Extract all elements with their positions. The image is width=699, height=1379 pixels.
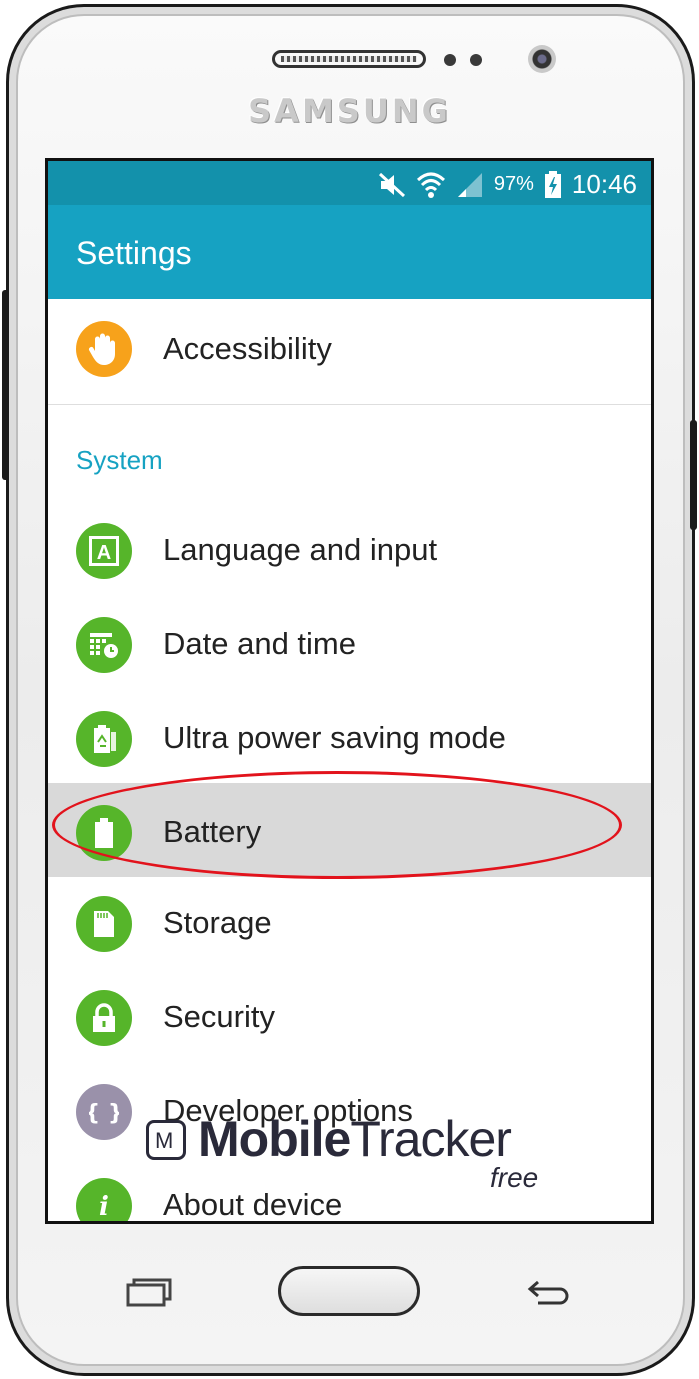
watermark-tag: free — [490, 1162, 539, 1193]
svg-text:A: A — [97, 542, 111, 564]
power-saving-icon — [76, 711, 132, 767]
braces-icon: { } — [76, 1084, 132, 1140]
svg-text:{ }: { } — [89, 1101, 119, 1126]
watermark-logo-icon: M — [146, 1120, 186, 1160]
watermark-name: MobileTracker — [198, 1111, 512, 1167]
back-button[interactable] — [524, 1276, 572, 1310]
settings-item-language[interactable]: A Language and input — [48, 504, 651, 598]
info-icon: i — [76, 1178, 132, 1221]
power-button[interactable] — [690, 420, 697, 530]
status-clock: 10:46 — [571, 169, 637, 199]
screen: 97% 10:46 Settings Accessibility System … — [45, 158, 654, 1224]
sd-card-icon — [76, 896, 132, 952]
hand-icon — [76, 321, 132, 377]
settings-item-label: Date and time — [163, 626, 356, 661]
settings-item-label: Ultra power saving mode — [163, 720, 506, 755]
app-bar: Settings — [48, 205, 651, 299]
earpiece-speaker — [272, 50, 426, 68]
watermark: M MobileTracker free — [146, 1110, 566, 1200]
mute-icon — [378, 172, 405, 197]
volume-button[interactable] — [2, 290, 9, 480]
settings-item-storage[interactable]: Storage — [48, 877, 651, 971]
front-camera — [528, 45, 556, 73]
light-sensor — [470, 54, 482, 66]
svg-text:i: i — [99, 1192, 109, 1221]
language-icon: A — [76, 523, 132, 579]
battery-percentage: 97% — [493, 173, 534, 195]
signal-icon — [457, 172, 482, 197]
highlight-ellipse — [52, 771, 622, 879]
wifi-icon — [416, 172, 445, 198]
battery-charging-icon — [544, 170, 561, 198]
settings-item-label: Accessibility — [163, 331, 332, 366]
settings-item-label: Language and input — [163, 532, 438, 567]
page-title: Settings — [76, 235, 192, 271]
brand-logo: SAMSUNG — [248, 92, 451, 130]
settings-item-accessibility[interactable]: Accessibility — [48, 299, 651, 403]
status-bar: 97% 10:46 — [48, 161, 651, 205]
lock-icon — [76, 990, 132, 1046]
home-button[interactable] — [278, 1266, 420, 1316]
calendar-clock-icon — [76, 617, 132, 673]
recent-apps-button[interactable] — [124, 1276, 174, 1308]
settings-item-security[interactable]: Security — [48, 971, 651, 1065]
proximity-sensor — [444, 54, 456, 66]
settings-item-label: Storage — [163, 905, 272, 940]
settings-item-date-time[interactable]: Date and time — [48, 598, 651, 692]
settings-item-label: Security — [163, 999, 275, 1034]
section-header-system: System — [76, 445, 163, 475]
section-divider — [48, 404, 651, 405]
